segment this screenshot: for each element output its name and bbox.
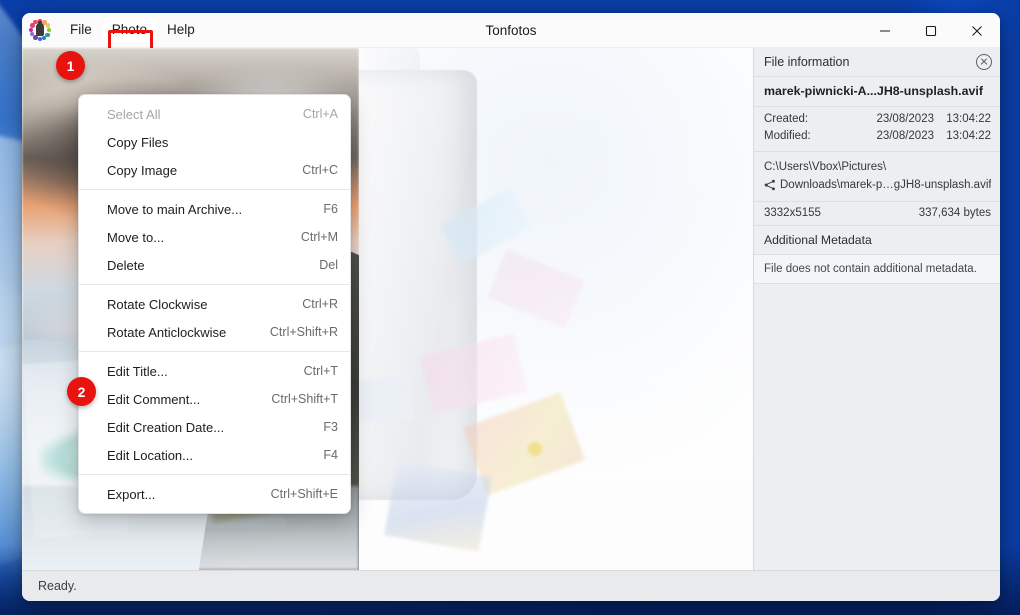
menu-help[interactable]: Help [158, 18, 204, 42]
menu-item-move-to[interactable]: Move to... Ctrl+M [79, 223, 350, 251]
menu-item-accelerator: Ctrl+Shift+R [269, 325, 338, 339]
menu-item-move-to-main-archive[interactable]: Move to main Archive... F6 [79, 195, 350, 223]
menu-file[interactable]: File [61, 18, 101, 42]
modified-row: Modified: 23/08/2023 13:04:22 [764, 128, 991, 145]
menu-item-label: Delete [107, 257, 145, 273]
file-path: C:\Users\Vbox\Pictures\ Downloads\marek-… [754, 152, 1000, 202]
menu-bar: File Photo Help [61, 13, 206, 47]
menu-item-accelerator: Ctrl+R [302, 297, 338, 311]
menu-item-label: Move to... [107, 229, 165, 245]
menu-photo[interactable]: Photo [102, 18, 157, 42]
file-information-header: File information [754, 48, 1000, 77]
menu-item-label: Edit Comment... [107, 391, 201, 407]
additional-metadata-title: Additional Metadata [754, 226, 1000, 255]
file-size: 337,634 bytes [918, 207, 991, 219]
created-row: Created: 23/08/2023 13:04:22 [764, 111, 991, 128]
menu-item-rotate-anticlockwise[interactable]: Rotate Anticlockwise Ctrl+Shift+R [79, 318, 350, 346]
menu-item-accelerator: F6 [323, 202, 338, 216]
menu-item-label: Copy Image [107, 162, 178, 178]
menu-item-select-all[interactable]: Select All Ctrl+A [79, 100, 350, 128]
file-path-line-2: Downloads\marek-p…gJH8-unsplash.avif [780, 179, 991, 191]
menu-item-accelerator: Ctrl+Shift+T [271, 392, 338, 406]
app-body: File information marek-piwnicki-A...JH8-… [22, 48, 1000, 570]
file-path-line-1: C:\Users\Vbox\Pictures\ [764, 161, 887, 173]
status-text: Ready. [38, 579, 77, 593]
created-date: 23/08/2023 [876, 113, 934, 125]
decor-photo-card [384, 460, 492, 552]
menu-item-copy-files[interactable]: Copy Files [79, 128, 350, 156]
menu-separator [79, 474, 350, 475]
file-information-title: File information [764, 55, 850, 69]
created-time: 13:04:22 [946, 113, 991, 125]
file-information-panel: File information marek-piwnicki-A...JH8-… [753, 48, 1000, 570]
menu-item-label: Copy Files [107, 134, 169, 150]
file-dimensions-row: 3332x5155 337,634 bytes [754, 202, 1000, 226]
maximize-icon [925, 25, 937, 36]
close-icon [972, 25, 982, 36]
menu-item-edit-title[interactable]: Edit Title... Ctrl+T [79, 357, 350, 385]
menu-item-label: Select All [107, 106, 161, 122]
menu-item-accelerator: F3 [323, 420, 338, 434]
file-dates: Created: 23/08/2023 13:04:22 Modified: 2… [754, 107, 1000, 152]
menu-item-edit-location[interactable]: Edit Location... F4 [79, 441, 350, 469]
annotation-badge-1: 1 [56, 51, 85, 80]
menu-item-rotate-clockwise[interactable]: Rotate Clockwise Ctrl+R [79, 290, 350, 318]
menu-item-accelerator: Ctrl+Shift+E [270, 487, 338, 501]
menu-item-label: Export... [107, 486, 156, 502]
close-button[interactable] [954, 13, 1000, 48]
menu-item-delete[interactable]: Delete Del [79, 251, 350, 279]
minimize-icon [880, 29, 890, 32]
decor-yellow-dot [528, 442, 542, 456]
menu-separator [79, 284, 350, 285]
menu-item-edit-creation-date[interactable]: Edit Creation Date... F3 [79, 413, 350, 441]
modified-time: 13:04:22 [946, 130, 991, 142]
modified-label: Modified: [764, 130, 811, 142]
menu-item-label: Edit Location... [107, 447, 193, 463]
tonfotos-logo-icon [29, 19, 52, 42]
menu-item-accelerator: Ctrl+T [303, 364, 338, 378]
menu-item-accelerator: F4 [323, 448, 338, 462]
menu-item-label: Move to main Archive... [107, 201, 243, 217]
annotation-badge-2: 2 [67, 377, 96, 406]
menu-separator [79, 351, 350, 352]
menu-item-accelerator: Ctrl+C [302, 163, 338, 177]
menu-separator [79, 189, 350, 190]
tonfotos-window: File Photo Help Tonfotos File informatio… [22, 13, 1000, 601]
logo-core [36, 20, 44, 37]
window-controls [862, 13, 1000, 47]
menu-item-accelerator: Ctrl+A [302, 107, 338, 121]
menu-item-edit-comment[interactable]: Edit Comment... Ctrl+Shift+T [79, 385, 350, 413]
created-label: Created: [764, 113, 809, 125]
image-dimensions: 3332x5155 [764, 207, 821, 219]
menu-item-export[interactable]: Export... Ctrl+Shift+E [79, 480, 350, 508]
menu-item-copy-image[interactable]: Copy Image Ctrl+C [79, 156, 350, 184]
modified-date: 23/08/2023 [876, 130, 934, 142]
title-bar: File Photo Help Tonfotos [22, 13, 1000, 59]
menu-item-label: Edit Title... [107, 363, 168, 379]
share-icon [764, 179, 775, 191]
menu-item-label: Rotate Clockwise [107, 296, 208, 312]
photo-dropdown-menu[interactable]: Select All Ctrl+A Copy Files Copy Image … [78, 94, 351, 514]
menu-item-accelerator: Del [319, 258, 338, 272]
file-path-line-2-row: Downloads\marek-p…gJH8-unsplash.avif [764, 176, 991, 194]
minimize-button[interactable] [862, 13, 908, 48]
menu-item-accelerator: Ctrl+M [300, 230, 338, 244]
maximize-button[interactable] [908, 13, 954, 48]
file-info-filler [754, 284, 1000, 570]
close-circle-icon[interactable] [976, 54, 992, 70]
file-name: marek-piwnicki-A...JH8-unsplash.avif [754, 77, 1000, 107]
status-bar: Ready. [22, 570, 1000, 601]
menu-item-label: Rotate Anticlockwise [107, 324, 227, 340]
additional-metadata-body: File does not contain additional metadat… [754, 255, 1000, 284]
menu-item-label: Edit Creation Date... [107, 419, 225, 435]
